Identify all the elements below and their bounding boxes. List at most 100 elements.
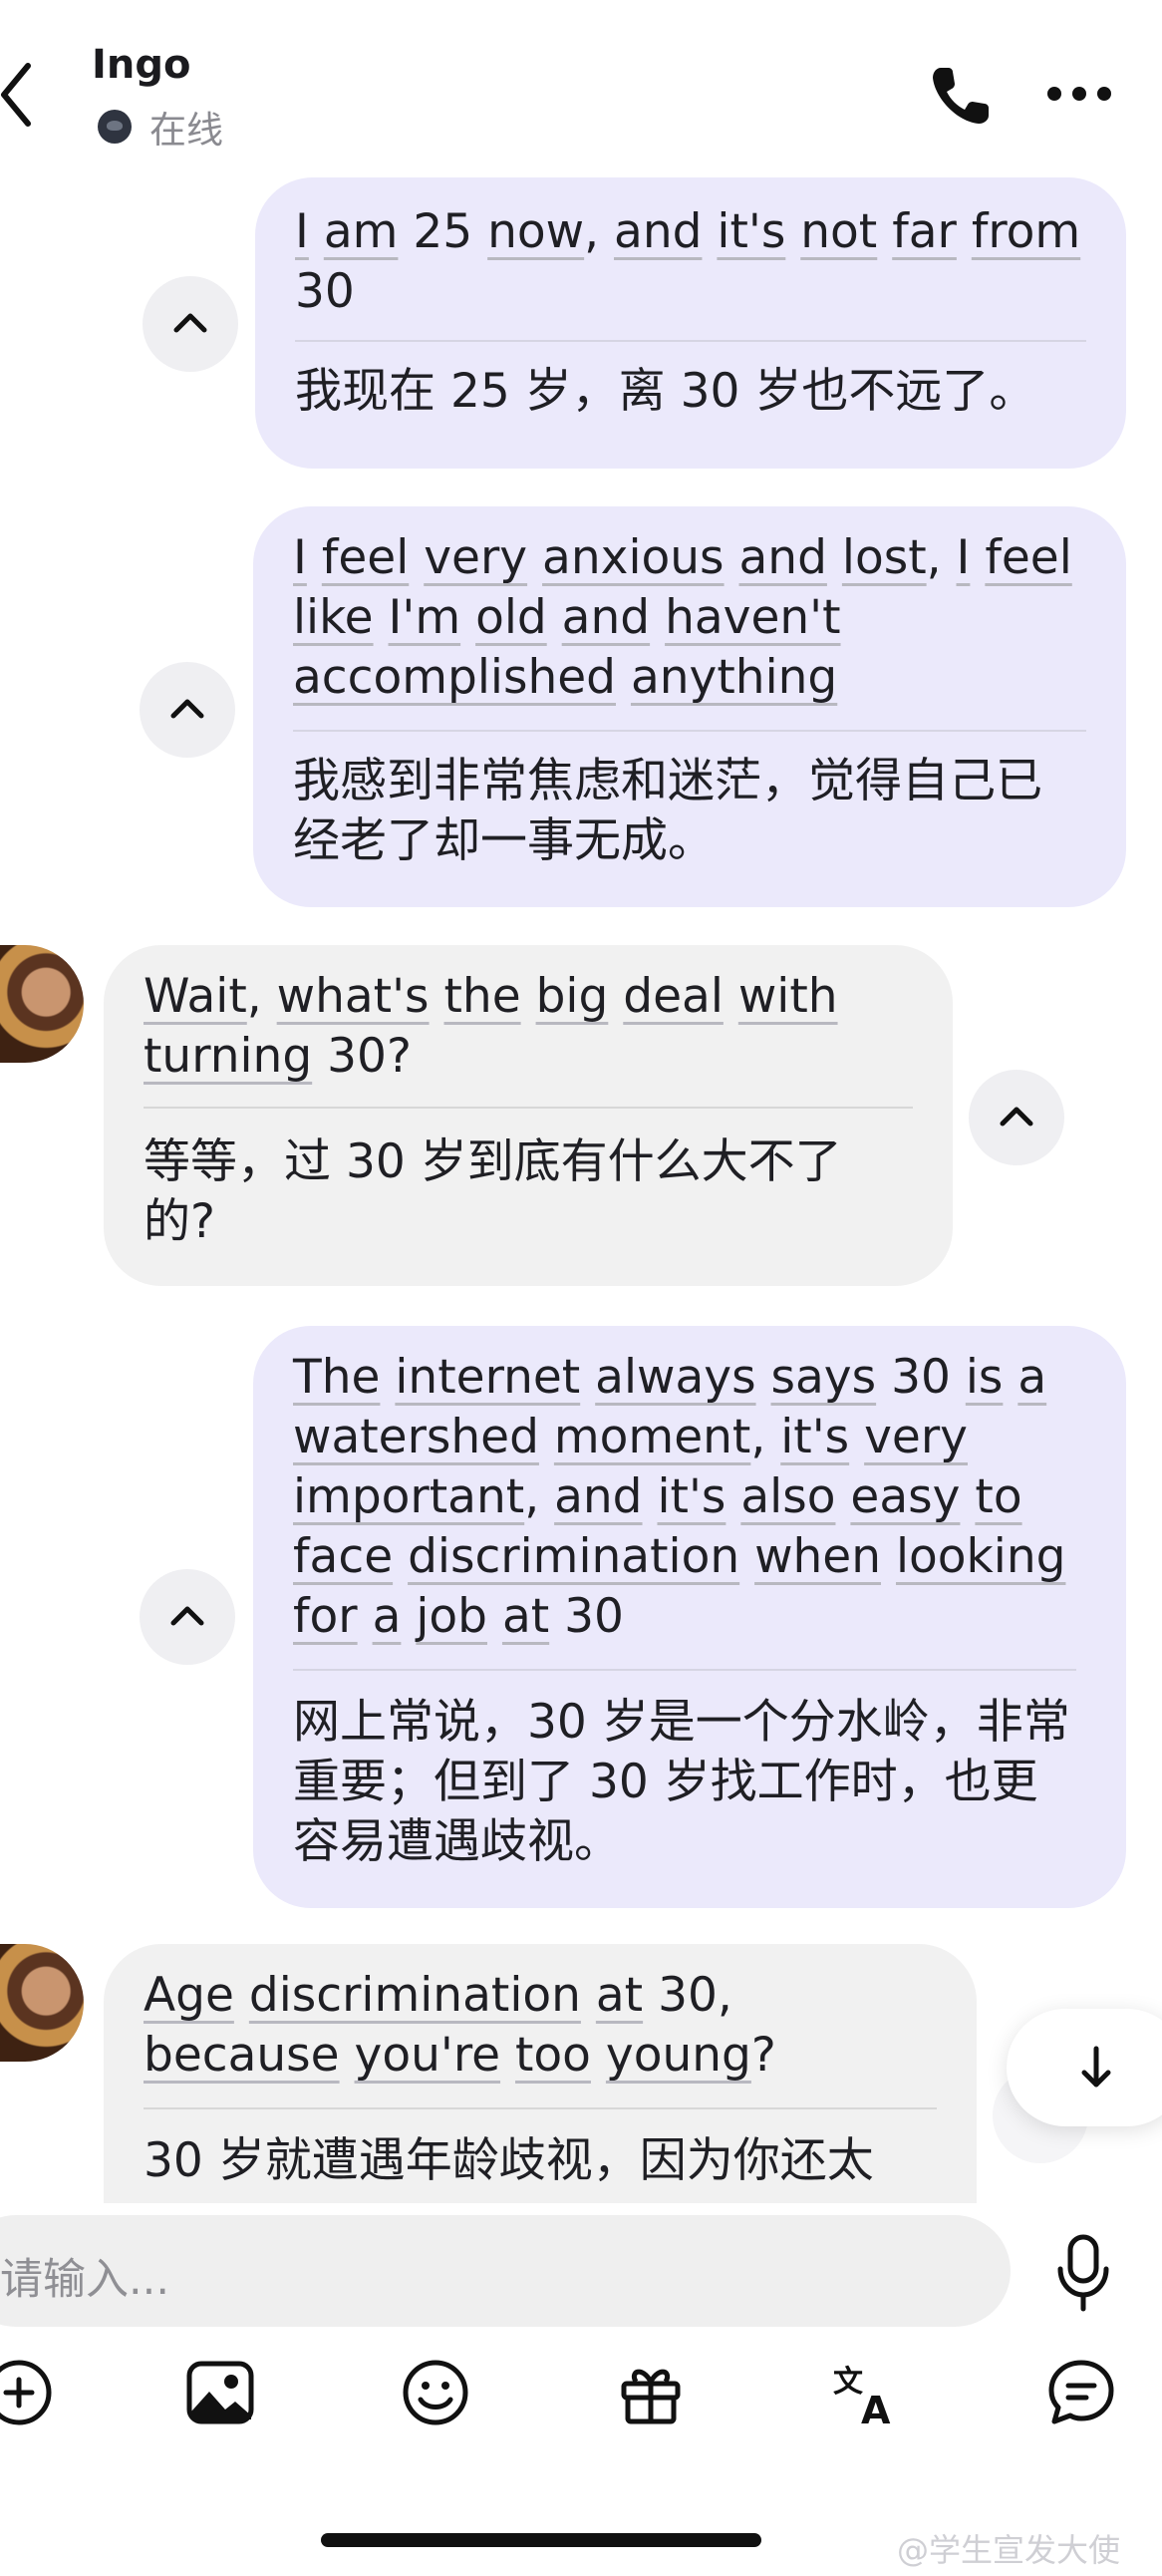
dictionary-word[interactable]: feel bbox=[322, 530, 409, 585]
dictionary-word[interactable]: discrimination bbox=[408, 1529, 739, 1584]
translate-icon[interactable]: 文 A bbox=[831, 2358, 901, 2427]
dictionary-word[interactable]: at bbox=[596, 1968, 643, 2023]
dictionary-word[interactable]: to bbox=[975, 1469, 1021, 1524]
dictionary-word[interactable]: job bbox=[416, 1589, 487, 1644]
home-indicator bbox=[321, 2533, 761, 2547]
word-separator bbox=[702, 204, 717, 259]
contact-name[interactable]: Ingo bbox=[92, 42, 190, 88]
word-separator bbox=[527, 530, 542, 585]
dictionary-word[interactable]: it's bbox=[657, 1469, 726, 1524]
dictionary-word[interactable]: a bbox=[1017, 1350, 1046, 1405]
gift-icon[interactable] bbox=[616, 2358, 686, 2427]
word-separator bbox=[650, 590, 665, 645]
dictionary-word[interactable]: young bbox=[606, 2028, 751, 2083]
scroll-to-bottom-button[interactable] bbox=[1007, 2009, 1162, 2126]
image-icon[interactable] bbox=[185, 2358, 255, 2427]
collapse-translation-button[interactable] bbox=[140, 1569, 235, 1665]
dictionary-word[interactable]: far bbox=[892, 204, 957, 259]
dictionary-word[interactable]: is bbox=[966, 1350, 1004, 1405]
dictionary-word[interactable]: from bbox=[972, 204, 1080, 259]
back-arrow-icon[interactable] bbox=[0, 60, 40, 130]
dictionary-word[interactable]: big bbox=[536, 969, 609, 1024]
dictionary-word[interactable]: also bbox=[740, 1469, 835, 1524]
message-bubble-outgoing[interactable]: The internet always says 30 is a watersh… bbox=[253, 1326, 1126, 1908]
dictionary-word[interactable]: I bbox=[293, 530, 307, 585]
dictionary-word[interactable]: what's bbox=[277, 969, 430, 1024]
contact-avatar[interactable] bbox=[0, 945, 84, 1063]
dictionary-word[interactable]: and bbox=[739, 530, 827, 585]
dictionary-word[interactable]: Age bbox=[144, 1968, 234, 2023]
collapse-translation-button[interactable] bbox=[143, 276, 238, 372]
dictionary-word[interactable]: very bbox=[424, 530, 527, 585]
chat-bubble-icon[interactable] bbox=[1046, 2358, 1116, 2427]
dictionary-word[interactable]: Wait bbox=[144, 969, 247, 1024]
contact-avatar[interactable] bbox=[0, 1944, 84, 2062]
dictionary-word[interactable]: The bbox=[293, 1350, 380, 1405]
dictionary-word[interactable]: it's bbox=[717, 204, 785, 259]
dictionary-word[interactable]: I'm bbox=[389, 590, 461, 645]
microphone-icon[interactable] bbox=[1052, 2233, 1114, 2313]
dictionary-word[interactable]: says bbox=[771, 1350, 877, 1405]
dictionary-word[interactable]: it's bbox=[780, 1410, 849, 1464]
collapse-translation-button[interactable] bbox=[969, 1070, 1064, 1165]
dictionary-word[interactable]: very bbox=[864, 1410, 968, 1464]
dictionary-word[interactable]: with bbox=[738, 969, 838, 1024]
dictionary-word[interactable]: and bbox=[554, 1469, 642, 1524]
phone-icon[interactable] bbox=[927, 62, 995, 130]
collapse-translation-button[interactable] bbox=[140, 662, 235, 758]
dictionary-word[interactable]: feel bbox=[985, 530, 1071, 585]
dictionary-word[interactable]: not bbox=[800, 204, 877, 259]
dictionary-word[interactable]: accomplished bbox=[293, 650, 616, 705]
word-separator: 30 bbox=[891, 1350, 951, 1405]
add-icon[interactable] bbox=[0, 2358, 54, 2427]
dictionary-word[interactable]: the bbox=[443, 969, 520, 1024]
dictionary-word[interactable]: important bbox=[293, 1469, 524, 1524]
dictionary-word[interactable]: always bbox=[595, 1350, 755, 1405]
dictionary-word[interactable]: looking bbox=[896, 1529, 1065, 1584]
dictionary-word[interactable]: moment bbox=[554, 1410, 750, 1464]
dictionary-word[interactable]: I bbox=[957, 530, 971, 585]
word-separator bbox=[472, 204, 487, 259]
word-separator bbox=[460, 590, 475, 645]
dictionary-word[interactable]: and bbox=[562, 590, 650, 645]
dictionary-word[interactable]: deal bbox=[623, 969, 724, 1024]
dictionary-word[interactable]: too bbox=[515, 2028, 591, 2083]
dictionary-word[interactable]: anxious bbox=[542, 530, 725, 585]
dictionary-word[interactable]: and bbox=[614, 204, 702, 259]
message-bubble-outgoing[interactable]: I feel very anxious and lost, I feel lik… bbox=[253, 506, 1126, 907]
status-avatar-icon bbox=[98, 110, 132, 144]
dictionary-word[interactable]: when bbox=[754, 1529, 881, 1584]
message-translation-text: 我感到非常焦虑和迷茫，觉得自己已经老了却一事无成。 bbox=[293, 754, 1042, 868]
dictionary-word[interactable]: internet bbox=[395, 1350, 580, 1405]
dictionary-word[interactable]: I bbox=[295, 204, 309, 259]
word-separator bbox=[957, 204, 972, 259]
message-original-text: The internet always says 30 is a watersh… bbox=[293, 1348, 1076, 1647]
dictionary-word[interactable]: for bbox=[293, 1589, 358, 1644]
dictionary-word[interactable]: a bbox=[373, 1589, 402, 1644]
dictionary-word[interactable]: like bbox=[293, 590, 374, 645]
word-separator bbox=[881, 1529, 896, 1584]
dictionary-word[interactable]: lost bbox=[842, 530, 927, 585]
word-separator bbox=[340, 2028, 355, 2083]
dictionary-word[interactable]: because bbox=[144, 2028, 340, 2083]
dictionary-word[interactable]: old bbox=[475, 590, 547, 645]
dictionary-word[interactable]: am bbox=[324, 204, 399, 259]
message-original-text: I am 25 now, and it's not far from 30 bbox=[295, 202, 1086, 322]
more-options-icon[interactable] bbox=[1044, 82, 1114, 106]
dictionary-word[interactable]: anything bbox=[631, 650, 837, 705]
dictionary-word[interactable]: easy bbox=[850, 1469, 960, 1524]
dictionary-word[interactable]: at bbox=[502, 1589, 549, 1644]
message-bubble-incoming[interactable]: Wait, what's the big deal with turning 3… bbox=[104, 945, 953, 1286]
dictionary-word[interactable]: face bbox=[293, 1529, 393, 1584]
emoji-icon[interactable] bbox=[401, 2358, 470, 2427]
message-bubble-incoming[interactable]: Age discrimination at 30, because you're… bbox=[104, 1944, 977, 2203]
dictionary-word[interactable]: discrimination bbox=[249, 1968, 581, 2023]
dictionary-word[interactable]: now bbox=[487, 204, 584, 259]
dictionary-word[interactable]: you're bbox=[355, 2028, 501, 2083]
message-input[interactable]: 请输入... bbox=[0, 2215, 1011, 2327]
dictionary-word[interactable]: watershed bbox=[293, 1410, 539, 1464]
word-separator bbox=[970, 530, 985, 585]
message-bubble-outgoing[interactable]: I am 25 now, and it's not far from 30 我现… bbox=[255, 177, 1126, 469]
dictionary-word[interactable]: turning bbox=[144, 1029, 312, 1084]
dictionary-word[interactable]: haven't bbox=[665, 590, 840, 645]
